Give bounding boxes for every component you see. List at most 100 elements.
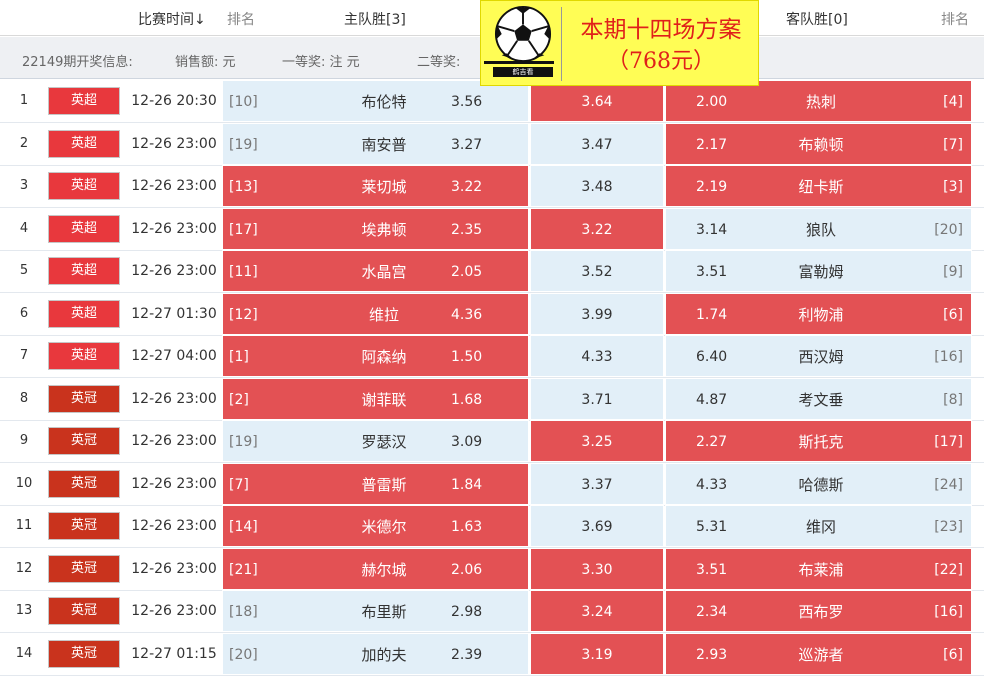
home-win-cell[interactable]: [21] 赫尔城 2.06 bbox=[222, 547, 529, 590]
match-row[interactable]: 7 英超 12-27 04:00 [1] 阿森纳 1.50 4.33 6.40 西汉姆 [16] bbox=[0, 335, 984, 378]
league-badge: 英冠 bbox=[48, 639, 120, 668]
draw-odds: 3.47 bbox=[581, 136, 613, 153]
home-win-cell[interactable]: [11] 水晶宫 2.05 bbox=[222, 250, 529, 292]
away-win-odds: 2.19 bbox=[696, 179, 728, 195]
home-win-cell[interactable]: [14] 米德尔 1.63 bbox=[222, 505, 529, 547]
draw-cell[interactable]: 3.69 bbox=[530, 505, 664, 547]
match-number: 1 bbox=[19, 93, 29, 108]
draw-cell[interactable]: 3.52 bbox=[530, 250, 664, 292]
home-win-odds: 1.63 bbox=[451, 519, 483, 535]
brand-label: 鹤吉看 bbox=[493, 67, 553, 77]
away-win-odds: 2.17 bbox=[696, 136, 728, 153]
draw-cell[interactable]: 3.30 bbox=[530, 547, 664, 590]
draw-odds: 3.64 bbox=[581, 94, 613, 110]
issue-label: 22149期开奖信息: bbox=[22, 55, 133, 70]
away-win-cell[interactable]: 2.34 西布罗 [16] bbox=[665, 590, 972, 632]
home-win-cell[interactable]: [20] 加的夫 2.39 bbox=[222, 632, 529, 675]
banner-price: （768元） bbox=[607, 49, 715, 74]
match-row[interactable]: 4 英超 12-26 23:00 [17] 埃弗顿 2.35 3.22 3.14 狼队 [20] bbox=[0, 207, 984, 251]
home-win-cell[interactable]: [18] 布里斯 2.98 bbox=[222, 590, 529, 632]
match-row[interactable]: 12 英冠 12-26 23:00 [21] 赫尔城 2.06 3.30 3.51 布莱浦 [22… bbox=[0, 547, 984, 591]
draw-cell[interactable]: 3.22 bbox=[530, 207, 664, 250]
away-team-name: 斯托克 bbox=[798, 433, 844, 451]
match-row[interactable]: 10 英冠 12-26 23:00 [7] 普雷斯 1.84 3.37 4.33 哈德斯 [24] bbox=[0, 462, 984, 506]
draw-cell[interactable]: 3.64 bbox=[530, 80, 664, 122]
home-win-column-header: 主队胜[3] bbox=[344, 12, 406, 28]
draw-cell[interactable]: 3.37 bbox=[530, 462, 664, 505]
home-rank: [17] bbox=[229, 221, 258, 238]
match-row[interactable]: 1 英超 12-26 20:30 [10] 布伦特 3.56 3.64 2.00 热刺 [4] bbox=[0, 80, 984, 123]
league-badge: 英超 bbox=[48, 257, 120, 285]
draw-cell[interactable]: 3.47 bbox=[530, 122, 664, 165]
draw-odds: 3.48 bbox=[581, 179, 613, 195]
home-win-cell[interactable]: [2] 谢菲联 1.68 bbox=[222, 377, 529, 420]
league-badge: 英冠 bbox=[48, 427, 120, 455]
away-win-odds: 3.51 bbox=[696, 561, 728, 578]
away-win-cell[interactable]: 6.40 西汉姆 [16] bbox=[665, 335, 972, 377]
home-win-odds: 2.06 bbox=[451, 561, 483, 578]
home-team-name: 莱切城 bbox=[361, 178, 407, 196]
away-win-cell[interactable]: 3.51 富勒姆 [9] bbox=[665, 250, 972, 292]
away-rank: [6] bbox=[943, 306, 963, 323]
league-badge: 英冠 bbox=[48, 384, 120, 413]
away-win-cell[interactable]: 2.93 巡游者 [6] bbox=[665, 632, 972, 675]
match-row[interactable]: 13 英冠 12-26 23:00 [18] 布里斯 2.98 3.24 2.34 西布罗 [16… bbox=[0, 590, 984, 633]
away-win-cell[interactable]: 3.14 狼队 [20] bbox=[665, 207, 972, 250]
home-win-cell[interactable]: [19] 南安普 3.27 bbox=[222, 122, 529, 165]
draw-cell[interactable]: 3.71 bbox=[530, 377, 664, 420]
match-time: 12-27 01:30 bbox=[131, 305, 217, 322]
match-row[interactable]: 11 英冠 12-26 23:00 [14] 米德尔 1.63 3.69 5.31 维冈 [23] bbox=[0, 505, 984, 548]
draw-odds: 3.37 bbox=[581, 476, 613, 493]
match-row[interactable]: 6 英超 12-27 01:30 [12] 维拉 4.36 3.99 1.74 利物浦 [6] bbox=[0, 292, 984, 336]
away-rank: [23] bbox=[934, 519, 963, 535]
away-win-cell[interactable]: 2.19 纽卡斯 [3] bbox=[665, 165, 972, 207]
match-time-column-header[interactable]: 比赛时间↓ bbox=[138, 9, 206, 29]
draw-cell[interactable]: 3.25 bbox=[530, 420, 664, 462]
home-team-name: 普雷斯 bbox=[361, 475, 407, 494]
draw-cell[interactable]: 3.99 bbox=[530, 292, 664, 335]
match-row[interactable]: 3 英超 12-26 23:00 [13] 莱切城 3.22 3.48 2.19 纽卡斯 [3] bbox=[0, 165, 984, 208]
away-win-cell[interactable]: 4.33 哈德斯 [24] bbox=[665, 462, 972, 505]
draw-odds: 4.33 bbox=[581, 349, 613, 365]
home-rank: [19] bbox=[229, 136, 258, 153]
draw-odds: 3.69 bbox=[581, 519, 613, 535]
match-time: 12-26 20:30 bbox=[131, 93, 217, 109]
home-win-cell[interactable]: [17] 埃弗顿 2.35 bbox=[222, 207, 529, 250]
draw-cell[interactable]: 4.33 bbox=[530, 335, 664, 377]
home-team-name: 赫尔城 bbox=[361, 560, 407, 579]
home-win-cell[interactable]: [7] 普雷斯 1.84 bbox=[222, 462, 529, 505]
home-win-cell[interactable]: [13] 莱切城 3.22 bbox=[222, 165, 529, 207]
draw-odds: 3.30 bbox=[581, 561, 613, 578]
home-win-odds: 3.56 bbox=[451, 94, 483, 110]
away-team-name: 哈德斯 bbox=[798, 475, 844, 494]
away-win-cell[interactable]: 2.27 斯托克 [17] bbox=[665, 420, 972, 462]
away-win-odds: 4.33 bbox=[696, 476, 728, 493]
away-win-cell[interactable]: 1.74 利物浦 [6] bbox=[665, 292, 972, 335]
away-win-cell[interactable]: 2.17 布赖顿 [7] bbox=[665, 122, 972, 165]
match-row[interactable]: 5 英超 12-26 23:00 [11] 水晶宫 2.05 3.52 3.51 富勒姆 [9] bbox=[0, 250, 984, 293]
match-row[interactable]: 14 英冠 12-27 01:15 [20] 加的夫 2.39 3.19 2.93 巡游者 [6] bbox=[0, 632, 984, 676]
away-win-cell[interactable]: 5.31 维冈 [23] bbox=[665, 505, 972, 547]
match-number: 3 bbox=[19, 178, 29, 193]
draw-cell[interactable]: 3.24 bbox=[530, 590, 664, 632]
home-win-cell[interactable]: [10] 布伦特 3.56 bbox=[222, 80, 529, 122]
match-time: 12-26 23:00 bbox=[131, 603, 217, 619]
draw-cell[interactable]: 3.19 bbox=[530, 632, 664, 675]
match-row[interactable]: 9 英冠 12-26 23:00 [19] 罗瑟汉 3.09 3.25 2.27 斯托克 [17] bbox=[0, 420, 984, 463]
home-win-cell[interactable]: [19] 罗瑟汉 3.09 bbox=[222, 420, 529, 462]
away-win-cell[interactable]: 2.00 热刺 [4] bbox=[665, 80, 972, 122]
away-win-cell[interactable]: 4.87 考文垂 [8] bbox=[665, 377, 972, 420]
home-rank: [2] bbox=[229, 391, 249, 408]
home-win-cell[interactable]: [12] 维拉 4.36 bbox=[222, 292, 529, 335]
draw-cell[interactable]: 3.48 bbox=[530, 165, 664, 207]
away-win-cell[interactable]: 3.51 布莱浦 [22] bbox=[665, 547, 972, 590]
away-team-name: 维冈 bbox=[805, 518, 836, 536]
match-row[interactable]: 2 英超 12-26 23:00 [19] 南安普 3.27 3.47 2.17 布赖顿 [7] bbox=[0, 122, 984, 166]
match-row[interactable]: 8 英冠 12-26 23:00 [2] 谢菲联 1.68 3.71 4.87 考文垂 [8] bbox=[0, 377, 984, 421]
home-win-odds: 4.36 bbox=[451, 306, 483, 323]
home-team-name: 谢菲联 bbox=[361, 390, 407, 409]
match-number: 2 bbox=[19, 135, 29, 151]
match-number: 11 bbox=[15, 518, 33, 533]
home-win-cell[interactable]: [1] 阿森纳 1.50 bbox=[222, 335, 529, 377]
league-badge: 英冠 bbox=[48, 512, 120, 540]
